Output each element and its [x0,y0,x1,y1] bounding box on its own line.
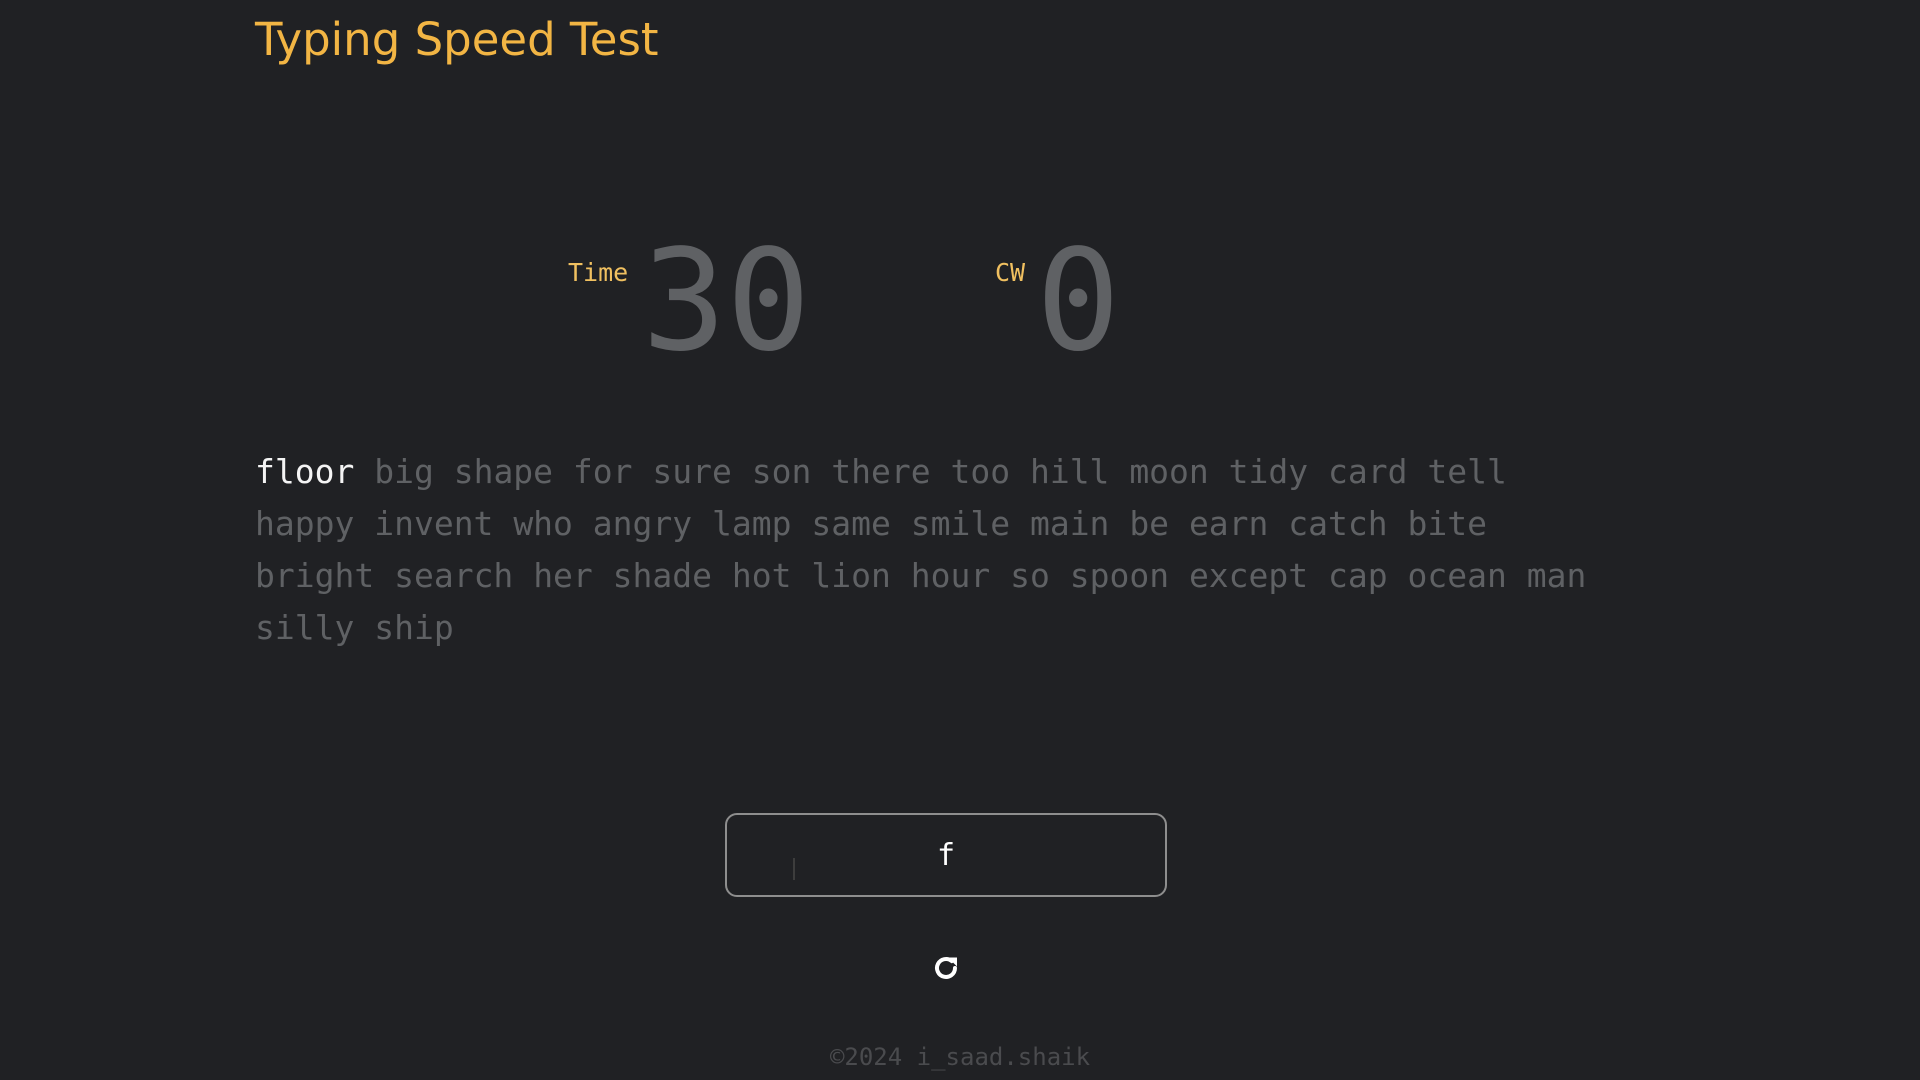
word: so [1010,556,1050,595]
word: ocean [1407,556,1507,595]
word: lamp [712,504,792,543]
word: too [950,452,1011,491]
word: hour [910,556,991,595]
word: earn [1188,504,1269,543]
word: hot [731,556,792,595]
word: hill [1029,452,1110,491]
word: same [811,504,891,543]
word: for [572,452,633,491]
word: cap [1328,556,1388,595]
word: main [1029,504,1110,543]
time-label: Time [568,258,629,287]
word: who [513,504,573,543]
word: tidy [1228,452,1309,491]
word: catch [1288,504,1388,543]
typing-input[interactable] [725,813,1167,897]
word: angry [592,504,693,543]
refresh-icon [935,957,957,979]
word: lion [811,556,891,595]
word: tell [1427,452,1507,491]
word: big [374,452,434,491]
word: silly [255,608,355,647]
word: moon [1129,452,1209,491]
word: be [1129,504,1170,543]
time-counter: 30 [642,220,811,383]
word: there [831,452,931,491]
word: shape [453,452,554,491]
word: search [394,556,514,595]
word: son [751,452,812,491]
word: bright [255,556,375,595]
refresh-button[interactable] [928,950,964,986]
stats-panel: Time 30 CW 0 [0,220,1920,380]
word-list: floor big shape for sure son there too h… [255,446,1625,654]
page-title: Typing Speed Test [255,13,659,66]
word: bite [1407,504,1487,543]
footer-copyright: ©2024 i_saad.shaik [829,1043,1091,1071]
word: sure [652,452,732,491]
word: shade [612,556,713,595]
mouse-cursor [793,858,795,880]
word: happy [255,504,355,543]
word: her [533,556,593,595]
word: man [1526,556,1587,595]
word: ship [374,608,454,647]
current-word: floor [255,452,355,491]
word: smile [910,504,1011,543]
word: except [1188,556,1309,595]
word: spoon [1069,556,1170,595]
correct-words-label: CW [995,258,1026,287]
word: invent [374,504,494,543]
word: card [1328,452,1408,491]
correct-words-counter: 0 [1036,220,1121,383]
